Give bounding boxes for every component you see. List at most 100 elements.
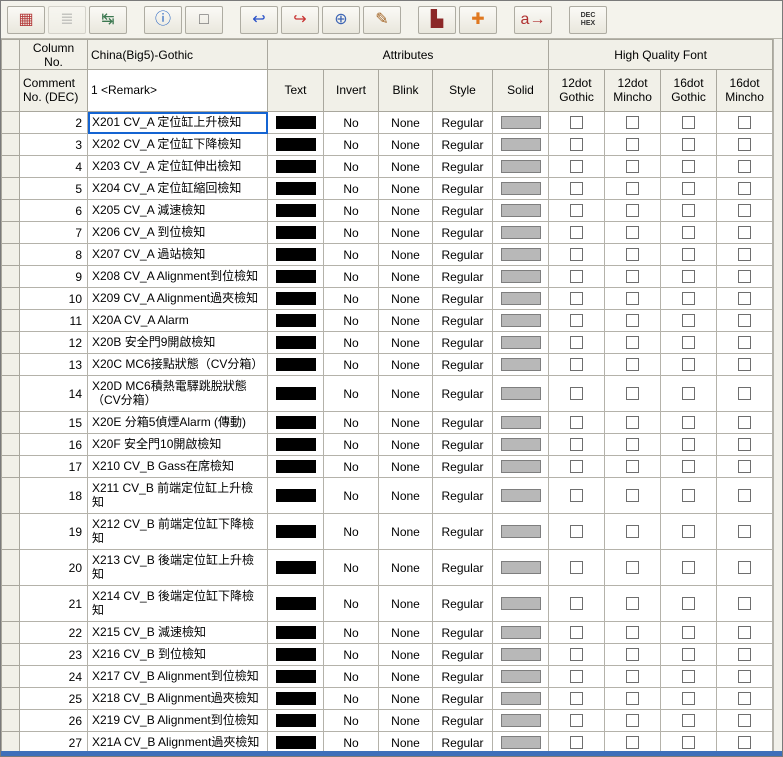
font-cell-12dot-gothic[interactable]: [549, 354, 605, 376]
comment-cell[interactable]: X203 CV_A 定位缸伸出檢知: [88, 156, 268, 178]
comment-cell[interactable]: X213 CV_B 後端定位缸上升檢知: [88, 550, 268, 586]
checkbox-12dot-mincho[interactable]: [626, 160, 639, 173]
text-color-swatch[interactable]: [276, 736, 316, 749]
solid-color-swatch[interactable]: [501, 387, 541, 400]
style-cell[interactable]: Regular: [433, 586, 493, 622]
checkbox-16dot-mincho[interactable]: [738, 387, 751, 400]
blink-cell[interactable]: None: [379, 310, 433, 332]
style-cell[interactable]: Regular: [433, 222, 493, 244]
row-number[interactable]: 3: [20, 134, 88, 156]
text-color-swatch[interactable]: [276, 204, 316, 217]
text-color-cell[interactable]: [268, 288, 324, 310]
solid-color-swatch[interactable]: [501, 692, 541, 705]
invert-cell[interactable]: No: [324, 732, 379, 752]
font-cell-16dot-gothic[interactable]: [661, 732, 717, 752]
style-cell[interactable]: Regular: [433, 178, 493, 200]
text-color-swatch[interactable]: [276, 670, 316, 683]
blink-cell[interactable]: None: [379, 550, 433, 586]
font-cell-12dot-mincho[interactable]: [605, 434, 661, 456]
font-cell-16dot-mincho[interactable]: [717, 622, 773, 644]
checkbox-16dot-mincho[interactable]: [738, 416, 751, 429]
font-cell-12dot-mincho[interactable]: [605, 666, 661, 688]
checkbox-12dot-mincho[interactable]: [626, 489, 639, 502]
header-column-no[interactable]: Column No.: [20, 40, 88, 70]
style-cell[interactable]: Regular: [433, 434, 493, 456]
text-color-cell[interactable]: [268, 310, 324, 332]
font-cell-16dot-mincho[interactable]: [717, 550, 773, 586]
checkbox-16dot-mincho[interactable]: [738, 626, 751, 639]
font-cell-12dot-mincho[interactable]: [605, 412, 661, 434]
font-cell-12dot-gothic[interactable]: [549, 288, 605, 310]
text-color-swatch[interactable]: [276, 292, 316, 305]
checkbox-12dot-gothic[interactable]: [570, 160, 583, 173]
comment-cell[interactable]: X216 CV_B 到位檢知: [88, 644, 268, 666]
font-cell-12dot-mincho[interactable]: [605, 112, 661, 134]
row-number[interactable]: 4: [20, 156, 88, 178]
row-selector[interactable]: [2, 310, 20, 332]
text-color-swatch[interactable]: [276, 489, 316, 502]
comment-cell[interactable]: X201 CV_A 定位缸上升檢知: [88, 112, 268, 134]
checkbox-12dot-gothic[interactable]: [570, 182, 583, 195]
solid-color-swatch[interactable]: [501, 648, 541, 661]
font-cell-16dot-gothic[interactable]: [661, 376, 717, 412]
row-number[interactable]: 18: [20, 478, 88, 514]
invert-cell[interactable]: No: [324, 644, 379, 666]
row-number[interactable]: 27: [20, 732, 88, 752]
header-invert[interactable]: Invert: [324, 70, 379, 112]
comment-cell[interactable]: X215 CV_B 減速檢知: [88, 622, 268, 644]
checkbox-16dot-gothic[interactable]: [682, 336, 695, 349]
checkbox-16dot-gothic[interactable]: [682, 692, 695, 705]
checkbox-12dot-gothic[interactable]: [570, 714, 583, 727]
solid-color-cell[interactable]: [493, 666, 549, 688]
checkbox-16dot-gothic[interactable]: [682, 116, 695, 129]
blink-cell[interactable]: None: [379, 178, 433, 200]
font-cell-16dot-gothic[interactable]: [661, 550, 717, 586]
row-selector[interactable]: [2, 354, 20, 376]
blink-cell[interactable]: None: [379, 134, 433, 156]
font-cell-16dot-mincho[interactable]: [717, 222, 773, 244]
checkbox-12dot-gothic[interactable]: [570, 387, 583, 400]
checkbox-16dot-gothic[interactable]: [682, 292, 695, 305]
font-cell-16dot-mincho[interactable]: [717, 266, 773, 288]
font-cell-12dot-mincho[interactable]: [605, 332, 661, 354]
font-cell-12dot-gothic[interactable]: [549, 550, 605, 586]
solid-color-swatch[interactable]: [501, 226, 541, 239]
checkbox-16dot-gothic[interactable]: [682, 438, 695, 451]
invert-cell[interactable]: No: [324, 688, 379, 710]
text-color-cell[interactable]: [268, 266, 324, 288]
solid-color-swatch[interactable]: [501, 248, 541, 261]
comment-cell[interactable]: X210 CV_B Gass在席檢知: [88, 456, 268, 478]
solid-color-cell[interactable]: [493, 134, 549, 156]
text-color-cell[interactable]: [268, 710, 324, 732]
font-cell-16dot-gothic[interactable]: [661, 222, 717, 244]
checkbox-12dot-mincho[interactable]: [626, 648, 639, 661]
solid-color-cell[interactable]: [493, 200, 549, 222]
font-cell-16dot-gothic[interactable]: [661, 586, 717, 622]
row-number[interactable]: 9: [20, 266, 88, 288]
font-cell-16dot-gothic[interactable]: [661, 478, 717, 514]
font-cell-12dot-gothic[interactable]: [549, 134, 605, 156]
checkbox-16dot-mincho[interactable]: [738, 670, 751, 683]
font-cell-12dot-mincho[interactable]: [605, 644, 661, 666]
font-cell-16dot-mincho[interactable]: [717, 134, 773, 156]
solid-color-cell[interactable]: [493, 644, 549, 666]
text-color-swatch[interactable]: [276, 561, 316, 574]
checkbox-12dot-gothic[interactable]: [570, 597, 583, 610]
font-cell-16dot-gothic[interactable]: [661, 310, 717, 332]
row-selector[interactable]: [2, 332, 20, 354]
solid-color-cell[interactable]: [493, 514, 549, 550]
style-cell[interactable]: Regular: [433, 376, 493, 412]
row-selector[interactable]: [2, 622, 20, 644]
blink-cell[interactable]: None: [379, 156, 433, 178]
blink-cell[interactable]: None: [379, 710, 433, 732]
header-attributes[interactable]: Attributes: [268, 40, 549, 70]
checkbox-16dot-mincho[interactable]: [738, 648, 751, 661]
checkbox-12dot-gothic[interactable]: [570, 416, 583, 429]
text-color-swatch[interactable]: [276, 387, 316, 400]
checkbox-12dot-mincho[interactable]: [626, 292, 639, 305]
blink-cell[interactable]: None: [379, 200, 433, 222]
header-style[interactable]: Style: [433, 70, 493, 112]
checkbox-16dot-mincho[interactable]: [738, 597, 751, 610]
font-cell-12dot-gothic[interactable]: [549, 178, 605, 200]
text-color-swatch[interactable]: [276, 138, 316, 151]
